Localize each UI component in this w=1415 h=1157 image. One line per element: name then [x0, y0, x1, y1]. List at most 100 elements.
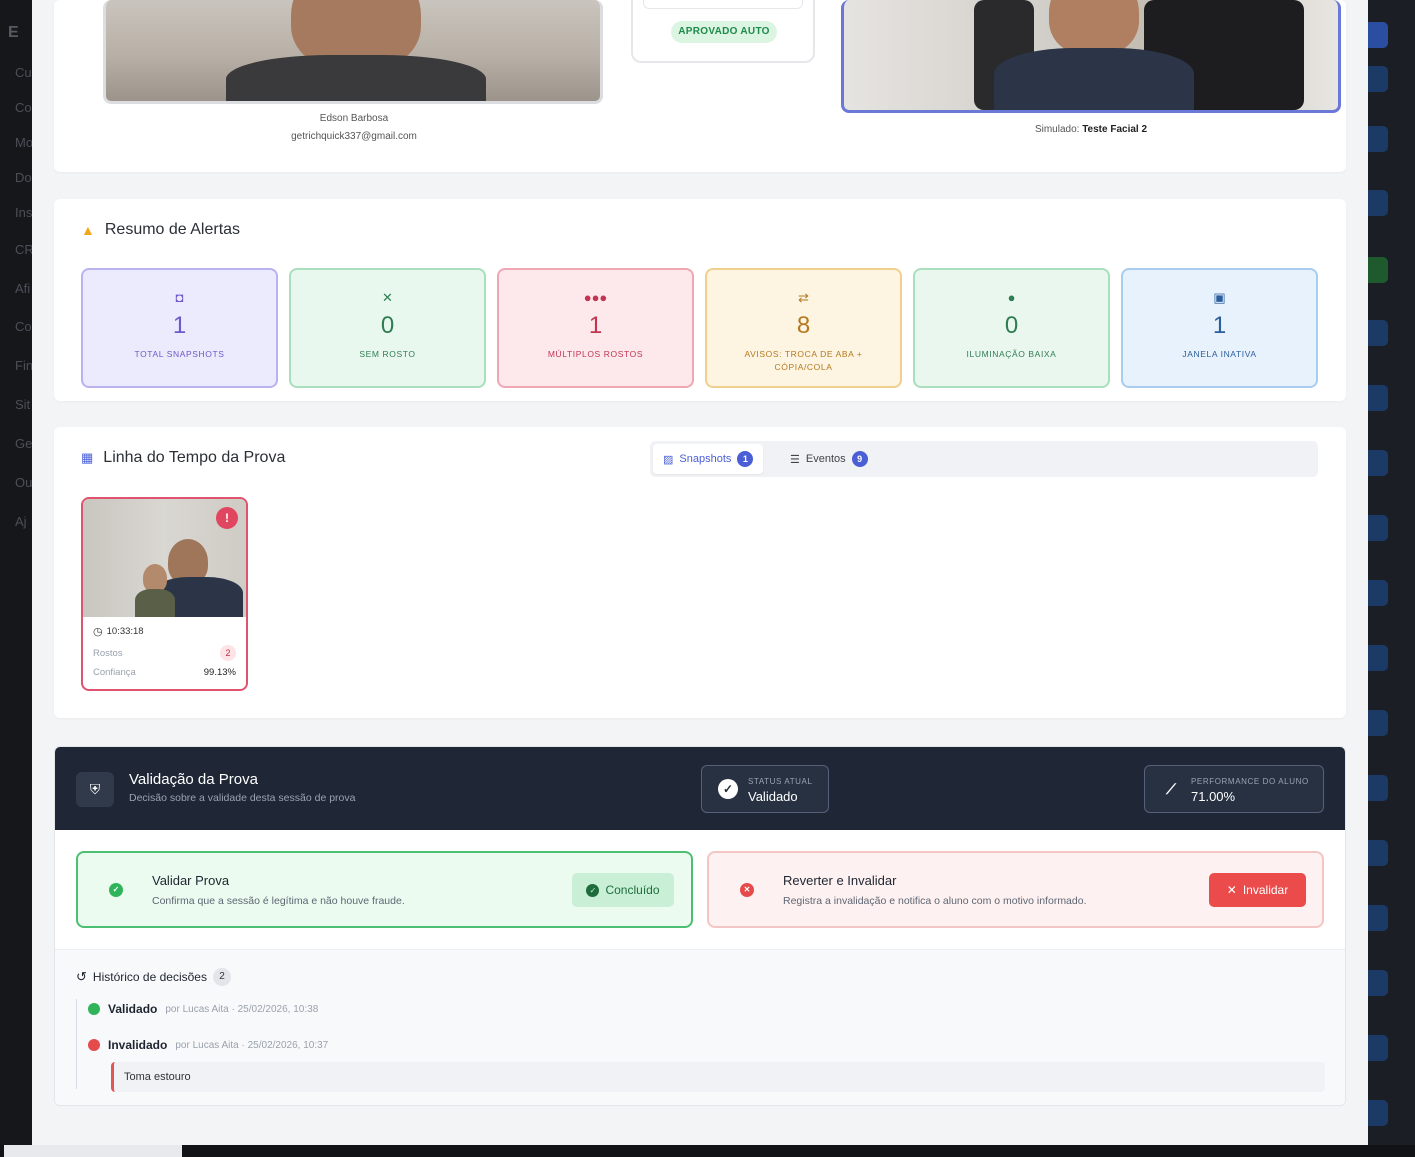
backdrop-button: [1368, 126, 1388, 152]
history-entry-meta: por Lucas Aita · 25/02/2026, 10:38: [165, 1003, 319, 1015]
shirt-image: [135, 589, 175, 617]
backdrop-button: [1368, 970, 1388, 996]
sidebar-item[interactable]: Ins: [15, 205, 32, 220]
tab-snapshots-label: Snapshots: [679, 453, 732, 465]
list-icon: ☰: [790, 453, 800, 466]
snapshot-confidence-value: 99.13%: [203, 667, 236, 678]
sidebar-item[interactable]: Co: [15, 319, 32, 334]
user-slash-icon: ✕: [382, 290, 393, 305]
stat-low-light: ● 0 ILUMINAÇÃO BAIXA: [913, 268, 1110, 388]
timeline-title: ▦ Linha do Tempo da Prova: [81, 449, 285, 467]
status-box: ✓ STATUS ATUAL Validado: [701, 765, 829, 813]
concluded-button[interactable]: ✓ Concluído: [572, 873, 674, 907]
history-entry: Invalidado por Lucas Aita · 25/02/2026, …: [88, 1038, 328, 1052]
backdrop-button: [1368, 645, 1388, 671]
invalidate-description: Registra a invalidação e notifica o alun…: [783, 895, 1087, 907]
backdrop-footer-panel: [4, 1145, 182, 1157]
sidebar-item[interactable]: Fin: [15, 358, 33, 373]
sidebar-item[interactable]: Ge: [15, 436, 32, 451]
snapshot-faces-row: Rostos 2: [93, 645, 236, 661]
images-icon: ▨: [663, 453, 674, 466]
close-icon: ✕: [1226, 883, 1237, 897]
backdrop-button: [1368, 1100, 1388, 1126]
backdrop-button: [1368, 840, 1388, 866]
performance-value: 71.00%: [1191, 789, 1236, 804]
stat-value: 1: [588, 312, 603, 339]
sidebar-item[interactable]: Co: [15, 100, 32, 115]
history-count: 2: [212, 968, 231, 986]
exam-review-modal: Edson Barbosa getrichquick337@gmail.com …: [32, 0, 1368, 1145]
performance-box: ⟋ PERFORMANCE DO ALUNO 71.00%: [1144, 765, 1324, 813]
sidebar-item[interactable]: Afi: [15, 281, 30, 296]
history-icon: ↺: [76, 969, 87, 984]
backdrop-footer: [0, 1145, 1415, 1157]
invalidate-title: Reverter e Invalidar: [783, 873, 897, 888]
validation-header: ⛨ Validação da Prova Decisão sobre a val…: [55, 747, 1345, 830]
stat-value: 1: [1212, 312, 1227, 339]
history-note: Toma estouro: [111, 1062, 1325, 1092]
camera-icon: ◘: [175, 290, 184, 305]
status-dot: [88, 1039, 100, 1051]
tab-snapshots-count: 1: [737, 451, 754, 467]
validate-action: ✓ Validar Prova Confirma que a sessão é …: [76, 851, 693, 928]
sidebar-item[interactable]: Cu: [15, 65, 32, 80]
stat-no-face: ✕ 0 SEM ROSTO: [289, 268, 486, 388]
x-circle-icon: ✕: [740, 883, 754, 897]
users-icon: ●●●: [583, 290, 608, 305]
shirt-image: [226, 55, 486, 101]
stat-label: SEM ROSTO: [359, 349, 416, 359]
exam-caption-value: Teste Facial 2: [1082, 124, 1148, 135]
logo: E: [8, 24, 19, 41]
status-dot: [88, 1003, 100, 1015]
sidebar-item[interactable]: Aj: [15, 514, 27, 529]
status-value: Validado: [748, 789, 798, 804]
check-circle-icon: ✓: [109, 883, 123, 897]
snapshot-card[interactable]: ! ◷ 10:33:18 Rostos 2 Confiança 99.13%: [81, 497, 248, 691]
stat-value: 0: [1004, 312, 1019, 339]
history-entry-status: Validado: [108, 1002, 158, 1016]
stat-value: 8: [796, 312, 811, 339]
stat-label: MÚLTIPLOS ROSTOS: [547, 349, 644, 359]
backdrop-button: [1368, 775, 1388, 801]
timeline-tabs: ▨ Snapshots 1 ☰ Eventos 9: [650, 441, 1318, 477]
decision-history: ↺ Histórico de decisões 2 Validado por L…: [55, 949, 1345, 1105]
sidebar-item[interactable]: CR: [15, 242, 34, 257]
performance-label: PERFORMANCE DO ALUNO: [1191, 777, 1309, 786]
tab-events-count: 9: [851, 451, 868, 467]
lightbulb-icon: ●: [1007, 290, 1016, 305]
backdrop-button: [1368, 22, 1388, 48]
alerts-title-text: Resumo de Alertas: [104, 221, 241, 238]
tab-events[interactable]: ☰ Eventos 9: [780, 444, 878, 474]
backdrop-button: [1368, 450, 1388, 476]
identity-card: Edson Barbosa getrichquick337@gmail.com …: [54, 0, 1346, 172]
invalidate-button-label: Invalidar: [1242, 883, 1289, 897]
shirt-image: [994, 48, 1194, 110]
snapshot-time: ◷ 10:33:18: [93, 625, 236, 638]
approved-badge: APROVADO AUTO: [671, 21, 777, 43]
history-timeline-line: [76, 999, 77, 1089]
history-entry: Validado por Lucas Aita · 25/02/2026, 10…: [88, 1002, 318, 1016]
backdrop-button: [1368, 710, 1388, 736]
backdrop-button: [1368, 66, 1388, 92]
student-name: Edson Barbosa: [319, 113, 389, 124]
backdrop-button: [1368, 257, 1388, 283]
exam-photo: [841, 0, 1341, 113]
invalidate-button[interactable]: ✕ Invalidar: [1209, 873, 1306, 907]
sidebar-item[interactable]: Ou: [15, 475, 32, 490]
sidebar-item[interactable]: Mo: [15, 135, 33, 150]
backdrop-button: [1368, 580, 1388, 606]
backdrop-button: [1368, 515, 1388, 541]
timeline-card: ▦ Linha do Tempo da Prova ▨ Snapshots 1 …: [54, 427, 1346, 718]
face-image: [1049, 0, 1139, 55]
sidebar-item[interactable]: Do: [15, 170, 32, 185]
tab-snapshots[interactable]: ▨ Snapshots 1: [653, 444, 764, 474]
shield-icon: ⛨: [76, 772, 114, 807]
registered-photo: [103, 0, 603, 104]
sidebar-item[interactable]: Sit: [15, 397, 30, 412]
exam-caption: Simulado: Teste Facial 2: [991, 124, 1191, 135]
stat-value: 0: [380, 312, 395, 339]
tab-events-label: Eventos: [805, 453, 846, 465]
invalidate-action: ✕ Reverter e Invalidar Registra a invali…: [707, 851, 1324, 928]
validate-description: Confirma que a sessão é legítima e não h…: [152, 895, 405, 907]
student-email: getrichquick337@gmail.com: [291, 131, 417, 142]
